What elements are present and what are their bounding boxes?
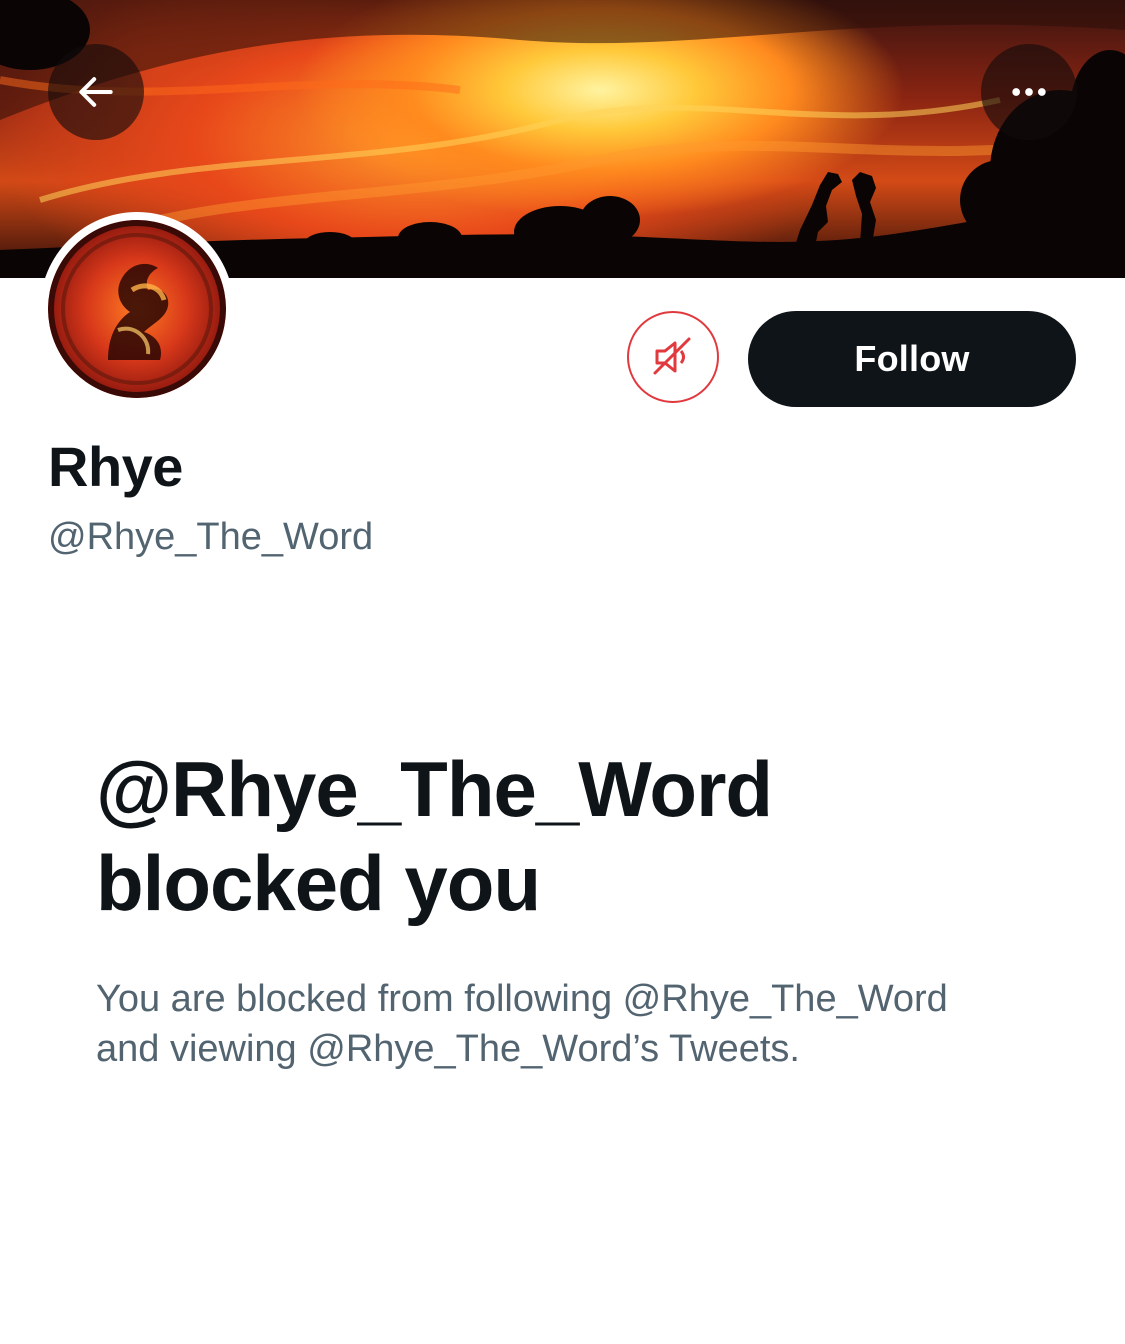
- more-horizontal-icon: [1012, 88, 1046, 96]
- back-button[interactable]: [48, 44, 144, 140]
- horse-emblem-icon: [48, 220, 226, 398]
- avatar-image: [48, 220, 226, 398]
- speaker-muted-icon: [653, 337, 691, 375]
- blocked-description: You are blocked from following @Rhye_The…: [96, 974, 1056, 1074]
- blocked-heading: @Rhye_The_Word blocked you: [96, 742, 1056, 930]
- blocked-heading-line1: @Rhye_The_Word: [96, 745, 773, 833]
- follow-button[interactable]: Follow: [748, 311, 1076, 407]
- arrow-left-icon: [79, 77, 113, 107]
- profile-handle: @Rhye_The_Word: [48, 516, 374, 558]
- more-options-button[interactable]: [981, 44, 1077, 140]
- unmute-button[interactable]: [627, 311, 719, 403]
- avatar[interactable]: [40, 212, 234, 406]
- blocked-description-line1: You are blocked from following @Rhye_The…: [96, 978, 948, 1020]
- blocked-description-line2: and viewing @Rhye_The_Word’s Tweets.: [96, 1028, 800, 1070]
- blocked-heading-line2: blocked you: [96, 839, 541, 927]
- profile-display-name: Rhye: [48, 435, 183, 498]
